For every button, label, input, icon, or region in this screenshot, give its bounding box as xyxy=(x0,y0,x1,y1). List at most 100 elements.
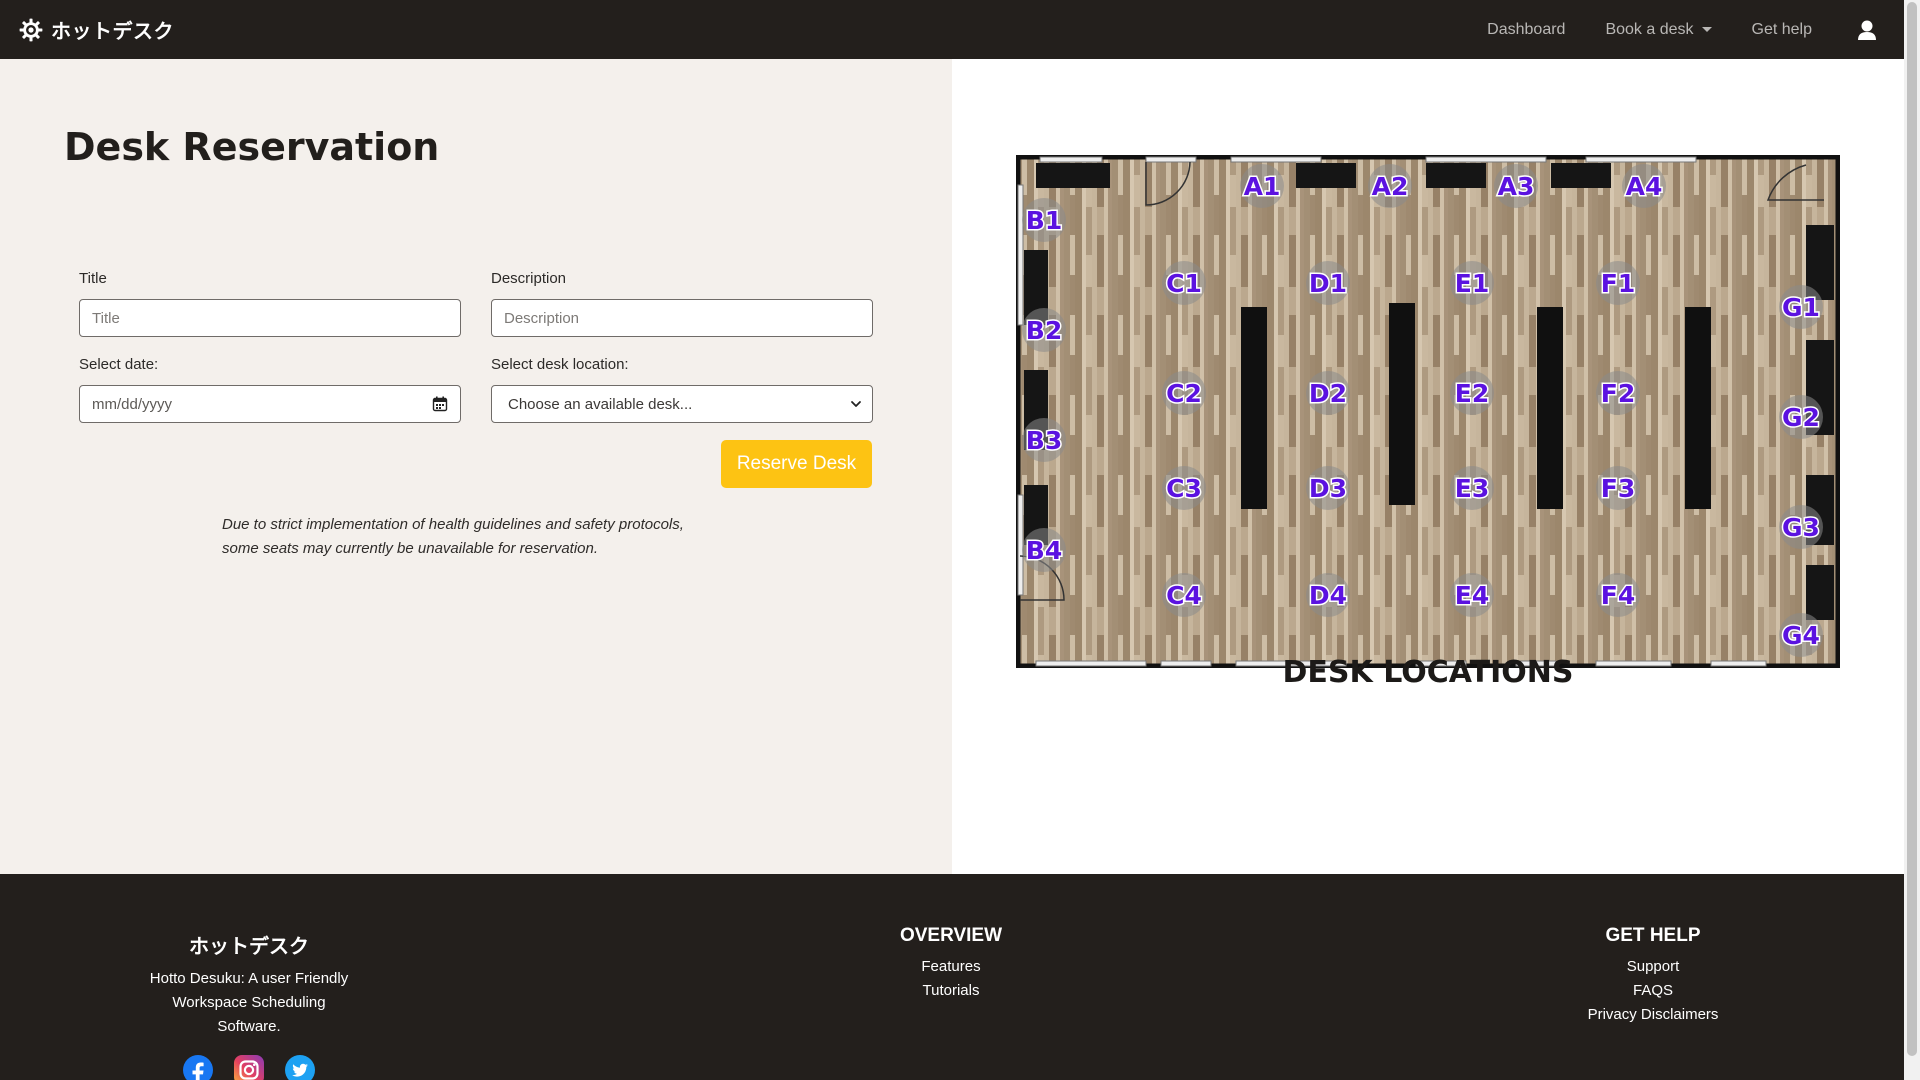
desk-label: D1 xyxy=(1309,269,1347,298)
desk-d2[interactable]: D2 xyxy=(1306,371,1350,415)
desk-label: G2 xyxy=(1782,403,1820,432)
desk-e1[interactable]: E1 xyxy=(1450,261,1494,305)
desk-b1[interactable]: B1 xyxy=(1022,198,1066,242)
desk-label: E1 xyxy=(1455,269,1489,298)
desk-g2[interactable]: G2 xyxy=(1779,395,1823,439)
desk-label: F3 xyxy=(1601,474,1635,503)
footer-link-tutorials[interactable]: Tutorials xyxy=(851,979,1051,1003)
desk-label: C1 xyxy=(1166,269,1202,298)
user-icon[interactable] xyxy=(1856,19,1878,41)
availability-notice: Due to strict implementation of health g… xyxy=(222,513,742,561)
footer-tagline: Hotto Desuku: A user Friendly Workspace … xyxy=(118,967,380,1039)
footer-tagline-line-3: Software. xyxy=(217,1018,281,1035)
desk-e4[interactable]: E4 xyxy=(1450,573,1494,617)
desk-e2[interactable]: E2 xyxy=(1450,371,1494,415)
desk-g3[interactable]: G3 xyxy=(1779,505,1823,549)
footer-link-features[interactable]: Features xyxy=(851,955,1051,979)
desk-c3[interactable]: C3 xyxy=(1162,466,1206,510)
footer-brand: ホットデスク xyxy=(189,934,309,958)
page-scrollbar[interactable] xyxy=(1904,0,1920,1080)
reserve-desk-button[interactable]: Reserve Desk xyxy=(721,440,872,488)
desk-a4[interactable]: A4 xyxy=(1622,164,1666,208)
desk-label: C4 xyxy=(1166,581,1202,610)
desk-a3[interactable]: A3 xyxy=(1494,164,1538,208)
nav-dashboard-link[interactable]: Dashboard xyxy=(1487,21,1565,39)
footer-link-support[interactable]: Support xyxy=(1553,955,1753,979)
desk-label: B4 xyxy=(1026,536,1062,565)
description-input[interactable] xyxy=(491,299,873,337)
brand-link[interactable]: ホットデスク xyxy=(18,15,174,44)
date-label: Select date: xyxy=(79,356,159,373)
instagram-icon[interactable] xyxy=(234,1055,264,1080)
navbar: ホットデスク Dashboard Book a desk Get help xyxy=(0,0,1904,59)
desk-b4[interactable]: B4 xyxy=(1022,528,1066,572)
date-input[interactable]: mm/dd/yyyy xyxy=(79,385,461,423)
description-label: Description xyxy=(491,270,567,287)
footer-overview-heading: OVERVIEW xyxy=(899,925,1003,946)
desk-c2[interactable]: C2 xyxy=(1162,371,1206,415)
brand-name: ホットデスク xyxy=(51,19,174,43)
desk-e3[interactable]: E3 xyxy=(1450,466,1494,510)
title-label: Title xyxy=(79,270,107,287)
social-links xyxy=(118,1055,380,1080)
desk-c1[interactable]: C1 xyxy=(1162,261,1206,305)
calendar-icon[interactable] xyxy=(432,396,448,412)
desk-label: D4 xyxy=(1309,581,1347,610)
page-title: Desk Reservation xyxy=(64,125,440,169)
nav-book-desk-dropdown[interactable]: Book a desk xyxy=(1605,20,1712,39)
desk-a2[interactable]: A2 xyxy=(1368,164,1412,208)
twitter-icon[interactable] xyxy=(285,1055,315,1080)
desk-label: G1 xyxy=(1782,293,1820,322)
desk-d3[interactable]: D3 xyxy=(1306,466,1350,510)
gear-icon xyxy=(19,18,43,41)
desk-location-select[interactable]: Choose an available desk... xyxy=(491,385,873,423)
desk-f1[interactable]: F1 xyxy=(1596,261,1640,305)
reservation-panel: Desk Reservation Title Description Selec… xyxy=(0,59,952,874)
desk-label: A2 xyxy=(1372,172,1409,201)
desk-label: E3 xyxy=(1455,474,1489,503)
desk-label: C2 xyxy=(1166,379,1202,408)
nav-book-desk-label: Book a desk xyxy=(1605,20,1694,38)
footer-tagline-line-1: Hotto Desuku: A user Friendly xyxy=(149,970,349,987)
desk-label: E4 xyxy=(1455,581,1489,610)
footer-help-heading: GET HELP xyxy=(1605,925,1701,946)
desk-d4[interactable]: D4 xyxy=(1306,573,1350,617)
desk-g1[interactable]: G1 xyxy=(1779,285,1823,329)
desk-label: F4 xyxy=(1601,581,1635,610)
footer-overview-column: OVERVIEW Features Tutorials xyxy=(851,925,1051,1003)
desk-label: B2 xyxy=(1026,316,1062,345)
caret-down-icon xyxy=(1701,27,1712,32)
title-input[interactable] xyxy=(79,299,461,337)
desk-c4[interactable]: C4 xyxy=(1162,573,1206,617)
footer-brand-column: ホットデスク Hotto Desuku: A user Friendly Wor… xyxy=(118,930,380,1080)
date-placeholder: mm/dd/yyyy xyxy=(92,395,173,413)
desk-f4[interactable]: F4 xyxy=(1596,573,1640,617)
desk-label: G4 xyxy=(1782,621,1820,650)
desk-f2[interactable]: F2 xyxy=(1596,371,1640,415)
desk-label: E2 xyxy=(1455,379,1489,408)
footer: ホットデスク Hotto Desuku: A user Friendly Wor… xyxy=(0,874,1904,1080)
desk-g4[interactable]: G4 xyxy=(1779,613,1823,657)
desk-d1[interactable]: D1 xyxy=(1306,261,1350,305)
facebook-icon[interactable] xyxy=(183,1055,213,1080)
desk-label: B3 xyxy=(1026,426,1062,455)
desk-b2[interactable]: B2 xyxy=(1022,308,1066,352)
notice-line-2: some seats may currently be unavailable … xyxy=(222,540,599,557)
desk-location-label: Select desk location: xyxy=(491,356,629,373)
notice-line-1: Due to strict implementation of health g… xyxy=(222,516,684,533)
desk-a1[interactable]: A1 xyxy=(1240,164,1284,208)
scrollbar-thumb[interactable] xyxy=(1907,2,1917,1056)
desk-f3[interactable]: F3 xyxy=(1596,466,1640,510)
desk-locations-caption: DESK LOCATIONS xyxy=(1282,655,1574,690)
nav-get-help-link[interactable]: Get help xyxy=(1752,21,1812,39)
nav-links: Dashboard Book a desk Get help xyxy=(1487,0,1904,59)
footer-link-faqs[interactable]: FAQS xyxy=(1553,979,1753,1003)
desk-label: D3 xyxy=(1309,474,1347,503)
desk-label: A4 xyxy=(1626,172,1663,201)
desk-label: F2 xyxy=(1601,379,1635,408)
footer-link-privacy[interactable]: Privacy Disclaimers xyxy=(1553,1003,1753,1027)
desk-label: D2 xyxy=(1309,379,1347,408)
chevron-down-icon xyxy=(851,401,861,407)
desk-label: A1 xyxy=(1244,172,1281,201)
desk-b3[interactable]: B3 xyxy=(1022,418,1066,462)
